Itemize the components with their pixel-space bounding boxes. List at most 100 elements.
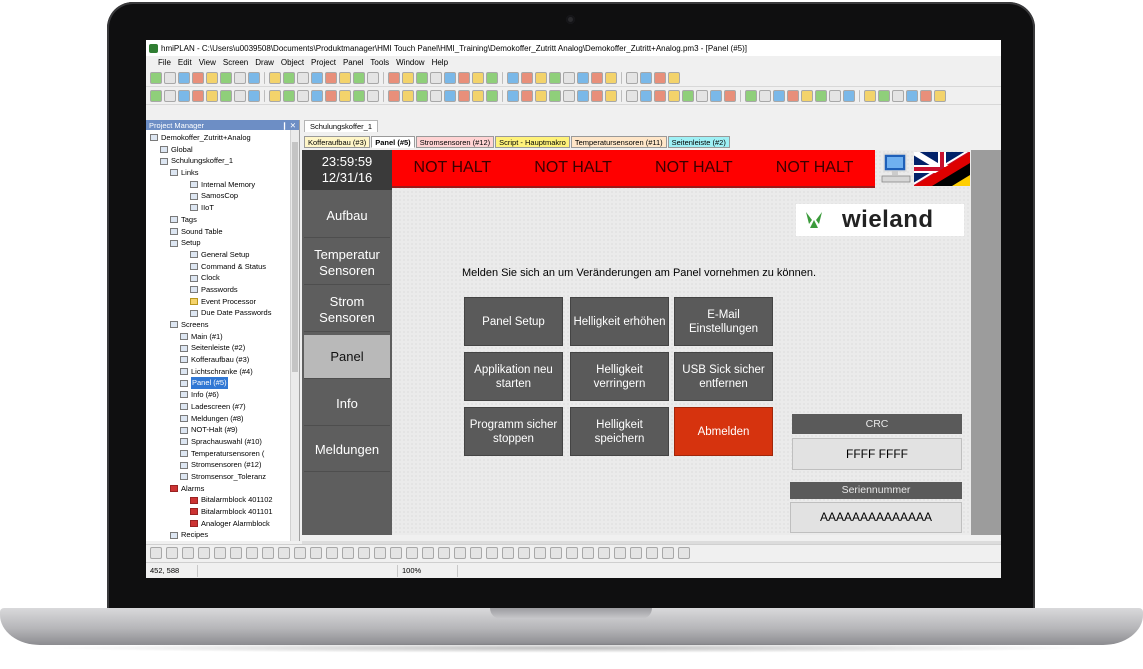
main-tool-icon[interactable]	[248, 71, 260, 84]
main-tool-icon[interactable]	[353, 71, 365, 84]
drawing-tool-icon[interactable]	[598, 546, 610, 559]
tree-item[interactable]: Internal Memory	[146, 179, 299, 191]
object-tool-icon[interactable]	[507, 89, 519, 102]
object-tool-icon[interactable]	[626, 89, 638, 102]
object-tool-icon[interactable]	[801, 89, 813, 102]
main-tool-icon[interactable]	[297, 71, 309, 84]
object-tool-icon[interactable]	[430, 89, 442, 102]
object-tool-icon[interactable]	[297, 89, 309, 102]
menu-file[interactable]: File	[158, 58, 171, 67]
object-tool-icon[interactable]	[710, 89, 722, 102]
main-tool-icon[interactable]	[269, 71, 281, 84]
screen-tab[interactable]: Script - Hauptmakro	[495, 136, 570, 148]
object-tool-icon[interactable]	[353, 89, 365, 102]
main-tool-icon[interactable]	[164, 71, 176, 84]
tree-item[interactable]: Analoger Alarmblock	[146, 518, 299, 530]
tree-item[interactable]: Global	[146, 144, 299, 156]
object-tool-icon[interactable]	[178, 89, 190, 102]
scrollbar-thumb[interactable]	[292, 142, 298, 372]
screen-tab[interactable]: Kofferaufbau (#3)	[304, 136, 371, 148]
hmi-panel-button[interactable]: Abmelden	[674, 407, 773, 456]
menu-panel[interactable]: Panel	[343, 58, 363, 67]
hmi-panel-button[interactable]: E-Mail Einstellungen	[674, 297, 773, 346]
hmi-nav-button[interactable]: Strom Sensoren	[304, 288, 390, 332]
object-tool-icon[interactable]	[920, 89, 932, 102]
object-tool-icon[interactable]	[458, 89, 470, 102]
object-tool-icon[interactable]	[486, 89, 498, 102]
drawing-tool-icon[interactable]	[470, 546, 482, 559]
main-tool-icon[interactable]	[549, 71, 561, 84]
tree-item[interactable]: Stromsensoren (#12)	[146, 459, 299, 471]
object-tool-icon[interactable]	[206, 89, 218, 102]
drawing-tool-icon[interactable]	[214, 546, 226, 559]
tree-item[interactable]: Recipes	[146, 529, 299, 539]
hmi-panel-button[interactable]: Applikation neu starten	[464, 352, 563, 401]
drawing-tool-icon[interactable]	[198, 546, 210, 559]
object-tool-icon[interactable]	[549, 89, 561, 102]
main-tool-icon[interactable]	[507, 71, 519, 84]
drawing-tool-icon[interactable]	[566, 546, 578, 559]
main-tool-icon[interactable]	[591, 71, 603, 84]
tree-item[interactable]: Schulungskoffer_1	[146, 155, 299, 167]
object-tool-icon[interactable]	[535, 89, 547, 102]
object-tool-icon[interactable]	[311, 89, 323, 102]
main-tool-icon[interactable]	[444, 71, 456, 84]
main-tool-icon[interactable]	[563, 71, 575, 84]
drawing-tool-icon[interactable]	[614, 546, 626, 559]
drawing-tool-icon[interactable]	[502, 546, 514, 559]
object-tool-icon[interactable]	[892, 89, 904, 102]
tree-item[interactable]: Command & Status	[146, 261, 299, 273]
screen-tab[interactable]: Seitenleiste (#2)	[667, 136, 730, 148]
main-tool-icon[interactable]	[220, 71, 232, 84]
object-tool-icon[interactable]	[325, 89, 337, 102]
tree-item[interactable]: SamosCop	[146, 190, 299, 202]
main-tool-icon[interactable]	[640, 71, 652, 84]
menu-screen[interactable]: Screen	[223, 58, 248, 67]
object-tool-icon[interactable]	[605, 89, 617, 102]
object-tool-icon[interactable]	[416, 89, 428, 102]
main-tool-icon[interactable]	[339, 71, 351, 84]
object-tool-icon[interactable]	[563, 89, 575, 102]
object-tool-icon[interactable]	[745, 89, 757, 102]
menu-tools[interactable]: Tools	[370, 58, 389, 67]
object-tool-icon[interactable]	[640, 89, 652, 102]
object-tool-icon[interactable]	[829, 89, 841, 102]
menu-project[interactable]: Project	[311, 58, 336, 67]
tree-item[interactable]: Stromsensor_Toleranz	[146, 471, 299, 483]
drawing-tool-icon[interactable]	[326, 546, 338, 559]
tree-item[interactable]: Sound Table	[146, 226, 299, 238]
main-tool-icon[interactable]	[535, 71, 547, 84]
hmi-nav-button[interactable]: Info	[304, 382, 390, 426]
tree-item[interactable]: Demokoffer_Zutritt+Analog	[146, 132, 299, 144]
tree-item[interactable]: Temperatursensoren (	[146, 448, 299, 460]
tree-item[interactable]: Info (#6)	[146, 389, 299, 401]
menu-view[interactable]: View	[199, 58, 216, 67]
tree-item[interactable]: Screens	[146, 319, 299, 331]
object-tool-icon[interactable]	[150, 89, 162, 102]
object-tool-icon[interactable]	[339, 89, 351, 102]
object-tool-icon[interactable]	[577, 89, 589, 102]
hmi-nav-button[interactable]: Meldungen	[304, 428, 390, 472]
hmi-panel-button[interactable]: Programm sicher stoppen	[464, 407, 563, 456]
object-tool-icon[interactable]	[654, 89, 666, 102]
hmi-nav-button[interactable]: Temperatur Sensoren	[304, 241, 390, 285]
tree-item[interactable]: Alarms	[146, 483, 299, 495]
project-tree-scrollbar[interactable]	[290, 130, 299, 541]
object-tool-icon[interactable]	[773, 89, 785, 102]
drawing-tool-icon[interactable]	[678, 546, 690, 559]
drawing-tool-icon[interactable]	[342, 546, 354, 559]
object-tool-icon[interactable]	[472, 89, 484, 102]
object-tool-icon[interactable]	[696, 89, 708, 102]
object-tool-icon[interactable]	[878, 89, 890, 102]
object-tool-icon[interactable]	[388, 89, 400, 102]
object-tool-icon[interactable]	[759, 89, 771, 102]
drawing-tool-icon[interactable]	[278, 546, 290, 559]
document-tab[interactable]: Schulungskoffer_1	[304, 120, 378, 132]
main-tool-icon[interactable]	[367, 71, 379, 84]
tree-item[interactable]: Bitalarmblock 401102	[146, 494, 299, 506]
drawing-tool-icon[interactable]	[374, 546, 386, 559]
drawing-tool-icon[interactable]	[246, 546, 258, 559]
tree-item[interactable]: Ladescreen (#7)	[146, 401, 299, 413]
object-tool-icon[interactable]	[668, 89, 680, 102]
menu-draw[interactable]: Draw	[255, 58, 274, 67]
